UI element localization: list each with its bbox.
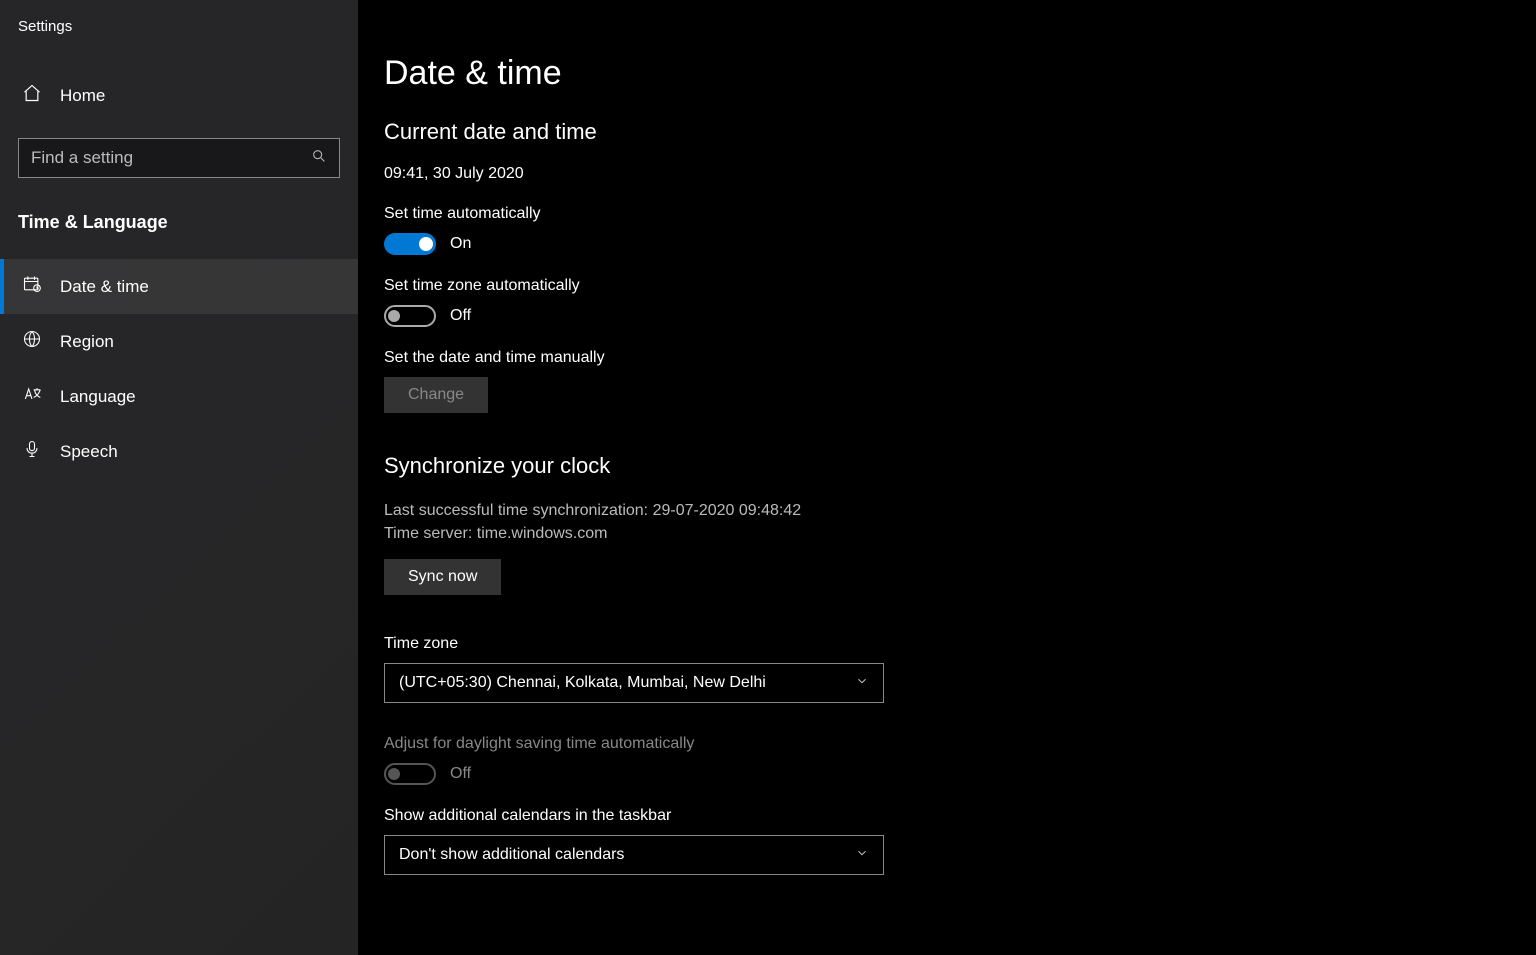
search-icon — [311, 148, 327, 169]
sync-server: Time server: time.windows.com — [384, 522, 1536, 545]
calendars-dropdown[interactable]: Don't show additional calendars — [384, 835, 884, 875]
sync-info: Last successful time synchronization: 29… — [384, 499, 1536, 545]
set-tz-auto-state: Off — [450, 307, 471, 325]
timezone-value: (UTC+05:30) Chennai, Kolkata, Mumbai, Ne… — [399, 674, 766, 692]
manual-label: Set the date and time manually — [384, 349, 1536, 367]
sidebar-item-speech[interactable]: Speech — [0, 424, 358, 479]
set-time-auto-label: Set time automatically — [384, 205, 1536, 223]
search-wrap — [18, 138, 340, 178]
app-title: Settings — [0, 10, 358, 53]
calendars-label: Show additional calendars in the taskbar — [384, 807, 1536, 825]
sidebar-item-label: Date & time — [60, 277, 149, 297]
sidebar-item-label: Speech — [60, 442, 118, 462]
calendars-value: Don't show additional calendars — [399, 846, 624, 864]
category-heading: Time & Language — [0, 212, 358, 233]
search-input[interactable] — [31, 148, 311, 168]
chevron-down-icon — [855, 674, 869, 693]
dst-state: Off — [450, 765, 471, 783]
set-time-auto-toggle[interactable] — [384, 233, 436, 255]
sidebar-item-date-time[interactable]: Date & time — [0, 259, 358, 314]
sync-last: Last successful time synchronization: 29… — [384, 499, 1536, 522]
sync-heading: Synchronize your clock — [384, 453, 1536, 479]
search-box[interactable] — [18, 138, 340, 178]
main-panel: Date & time Current date and time 09:41,… — [358, 0, 1536, 955]
language-icon — [22, 384, 42, 409]
dst-label: Adjust for daylight saving time automati… — [384, 735, 1536, 753]
calendar-clock-icon — [22, 274, 42, 299]
globe-icon — [22, 329, 42, 354]
set-time-auto-state: On — [450, 235, 471, 253]
sidebar: Settings Home Time & Language Date & tim… — [0, 0, 358, 955]
current-heading: Current date and time — [384, 119, 1536, 145]
chevron-down-icon — [855, 846, 869, 865]
dst-toggle — [384, 763, 436, 785]
home-icon — [22, 83, 42, 108]
timezone-label: Time zone — [384, 635, 1536, 653]
set-tz-auto-toggle[interactable] — [384, 305, 436, 327]
home-link[interactable]: Home — [0, 71, 358, 120]
change-button[interactable]: Change — [384, 377, 488, 413]
sidebar-item-language[interactable]: Language — [0, 369, 358, 424]
sync-now-button[interactable]: Sync now — [384, 559, 501, 595]
sidebar-item-region[interactable]: Region — [0, 314, 358, 369]
current-datetime: 09:41, 30 July 2020 — [384, 165, 1536, 183]
timezone-dropdown[interactable]: (UTC+05:30) Chennai, Kolkata, Mumbai, Ne… — [384, 663, 884, 703]
sidebar-item-label: Region — [60, 332, 114, 352]
microphone-icon — [22, 439, 42, 464]
page-title: Date & time — [384, 54, 1536, 93]
home-label: Home — [60, 86, 105, 106]
sidebar-item-label: Language — [60, 387, 136, 407]
set-tz-auto-label: Set time zone automatically — [384, 277, 1536, 295]
